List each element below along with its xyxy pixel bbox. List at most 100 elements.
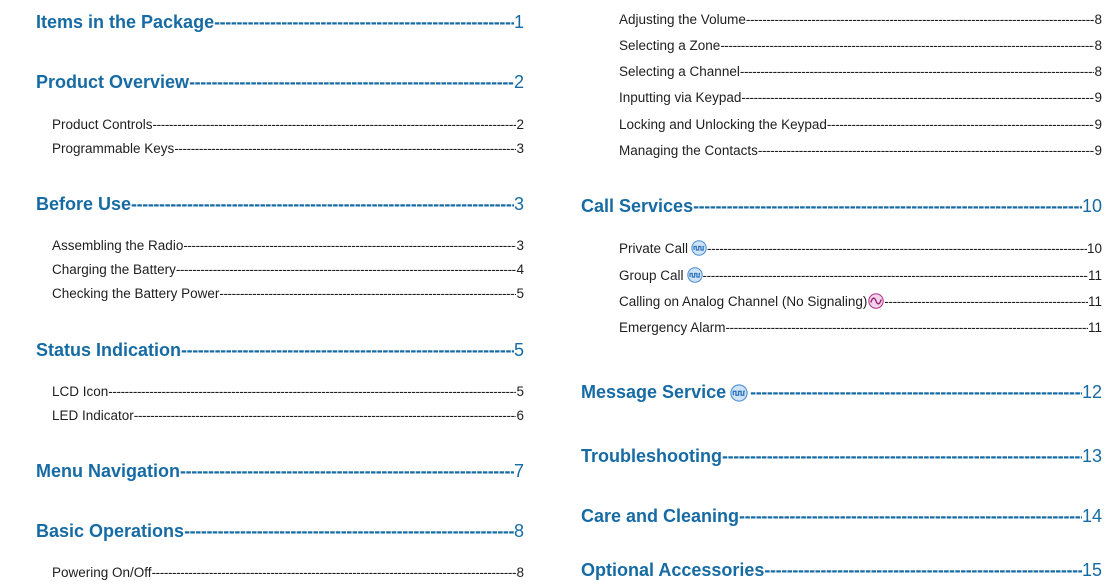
toc-entry-managing-the-contacts[interactable]: Managing the Contacts 9 xyxy=(619,143,1102,158)
toc-entry-powering-on-off[interactable]: Powering On/Off 8 xyxy=(52,565,524,580)
toc-title: Status Indication xyxy=(36,340,182,360)
dot-leader xyxy=(758,143,1095,158)
toc-title: Basic Operations xyxy=(36,521,185,541)
dot-leader xyxy=(108,384,516,399)
toc-entry-private-call[interactable]: Private Call 10 xyxy=(619,240,1102,256)
toc-page-number: 8 xyxy=(513,521,524,541)
toc-title: Product Overview xyxy=(36,72,190,92)
toc-entry-message-service[interactable]: Message Service 12 xyxy=(581,382,1102,403)
toc-entry-status-indication[interactable]: Status Indication 5 xyxy=(36,340,524,361)
toc-entry-adjusting-the-volume[interactable]: Adjusting the Volume 8 xyxy=(619,12,1102,27)
toc-title: Message Service xyxy=(581,382,750,403)
dot-leader xyxy=(720,38,1094,53)
toc-page-number: 10 xyxy=(1081,196,1102,216)
dot-leader xyxy=(184,521,514,542)
toc-title: Product Controls xyxy=(52,117,153,132)
toc-page-number: 9 xyxy=(1094,117,1102,132)
dot-leader xyxy=(707,241,1087,256)
toc-title: Private Call xyxy=(619,240,707,256)
toc-title: Optional Accessories xyxy=(581,560,765,580)
toc-page-number: 2 xyxy=(516,117,524,132)
toc-title: Group Call xyxy=(619,267,703,283)
toc-page-number: 7 xyxy=(513,461,524,481)
toc-entry-product-controls[interactable]: Product Controls 2 xyxy=(52,117,524,132)
toc-page-number: 15 xyxy=(1081,560,1102,580)
toc-entry-basic-operations[interactable]: Basic Operations 8 xyxy=(36,521,524,542)
dot-leader xyxy=(174,141,516,156)
toc-title-text: Calling on Analog Channel (No Signaling) xyxy=(619,293,868,309)
dot-leader xyxy=(750,382,1082,403)
toc-page-number: 8 xyxy=(1094,38,1102,53)
toc-title: Menu Navigation xyxy=(36,461,181,481)
toc-page-number: 9 xyxy=(1094,90,1102,105)
toc-page-number: 3 xyxy=(516,238,524,253)
toc-entry-charging-the-battery[interactable]: Charging the Battery 4 xyxy=(52,262,524,277)
toc-entry-emergency-alarm[interactable]: Emergency Alarm 11 xyxy=(619,320,1102,335)
toc-entry-selecting-a-channel[interactable]: Selecting a Channel 8 xyxy=(619,64,1102,79)
dot-leader xyxy=(746,12,1095,27)
toc-entry-lcd-icon[interactable]: LCD Icon 5 xyxy=(52,384,524,399)
dot-leader xyxy=(884,294,1088,309)
toc-page-number: 6 xyxy=(516,408,524,423)
toc-entry-calling-on-analog-channel[interactable]: Calling on Analog Channel (No Signaling)… xyxy=(619,293,1102,309)
dot-leader xyxy=(764,560,1082,581)
dot-leader xyxy=(153,117,517,132)
dot-leader xyxy=(827,117,1095,132)
toc-page-number: 11 xyxy=(1087,293,1102,309)
toc-entry-programmable-keys[interactable]: Programmable Keys 3 xyxy=(52,141,524,156)
toc-entry-locking-and-unlocking-the-keypad[interactable]: Locking and Unlocking the Keypad 9 xyxy=(619,117,1102,132)
dot-leader xyxy=(219,286,516,301)
dot-leader xyxy=(189,72,514,93)
toc-title: Items in the Package xyxy=(36,12,215,32)
toc-title-text: Group Call xyxy=(619,267,684,283)
toc-entry-assembling-the-radio[interactable]: Assembling the Radio 3 xyxy=(52,238,524,253)
toc-page-number: 14 xyxy=(1081,506,1102,526)
toc-page-number: 10 xyxy=(1086,240,1102,256)
toc-title: Before Use xyxy=(36,194,132,214)
toc-title: Calling on Analog Channel (No Signaling) xyxy=(619,293,885,309)
toc-title: Charging the Battery xyxy=(52,262,176,277)
toc-title: Powering On/Off xyxy=(52,565,152,580)
toc-title: Troubleshooting xyxy=(581,446,722,466)
toc-entry-product-overview[interactable]: Product Overview 2 xyxy=(36,72,524,93)
toc-entry-menu-navigation[interactable]: Menu Navigation 7 xyxy=(36,461,524,482)
toc-page-number: 13 xyxy=(1081,446,1102,466)
toc-entry-group-call[interactable]: Group Call 11 xyxy=(619,267,1102,283)
toc-title: Adjusting the Volume xyxy=(619,12,746,27)
digital-mode-icon xyxy=(686,267,703,283)
toc-page-number: 3 xyxy=(513,194,524,214)
toc-page-number: 3 xyxy=(516,141,524,156)
toc-page-number: 1 xyxy=(513,12,524,32)
digital-mode-icon xyxy=(730,383,748,402)
toc-entry-led-indicator[interactable]: LED Indicator 6 xyxy=(52,408,524,423)
toc-entry-optional-accessories[interactable]: Optional Accessories 15 xyxy=(581,560,1102,581)
toc-entry-before-use[interactable]: Before Use 3 xyxy=(36,194,524,215)
toc-entry-inputting-via-keypad[interactable]: Inputting via Keypad 9 xyxy=(619,90,1102,105)
toc-title: Assembling the Radio xyxy=(52,238,184,253)
dot-leader xyxy=(741,90,1094,105)
dot-leader xyxy=(152,565,517,580)
toc-page-number: 11 xyxy=(1087,320,1102,335)
toc-title: LED Indicator xyxy=(52,408,134,423)
toc-page-number: 4 xyxy=(516,262,524,277)
toc-page-number: 8 xyxy=(1094,64,1102,79)
toc-entry-selecting-a-zone[interactable]: Selecting a Zone 8 xyxy=(619,38,1102,53)
toc-title: Inputting via Keypad xyxy=(619,90,742,105)
toc-entry-call-services[interactable]: Call Services 10 xyxy=(581,196,1102,217)
toc-entry-checking-the-battery-power[interactable]: Checking the Battery Power 5 xyxy=(52,286,524,301)
toc-entry-care-and-cleaning[interactable]: Care and Cleaning 14 xyxy=(581,506,1102,527)
dot-leader xyxy=(726,320,1088,335)
toc-page-number: 2 xyxy=(513,72,524,92)
toc-entry-items-in-the-package[interactable]: Items in the Package 1 xyxy=(36,12,524,33)
toc-entry-troubleshooting[interactable]: Troubleshooting 13 xyxy=(581,446,1102,467)
dot-leader xyxy=(703,268,1088,283)
dot-leader xyxy=(180,461,514,482)
toc-title: Managing the Contacts xyxy=(619,143,758,158)
toc-page-number: 5 xyxy=(516,384,524,399)
analog-mode-icon xyxy=(868,293,885,309)
toc-title: Call Services xyxy=(581,196,694,216)
dot-leader xyxy=(739,506,1082,527)
digital-mode-icon xyxy=(691,240,707,256)
toc-title: Locking and Unlocking the Keypad xyxy=(619,117,827,132)
dot-leader xyxy=(181,340,514,361)
